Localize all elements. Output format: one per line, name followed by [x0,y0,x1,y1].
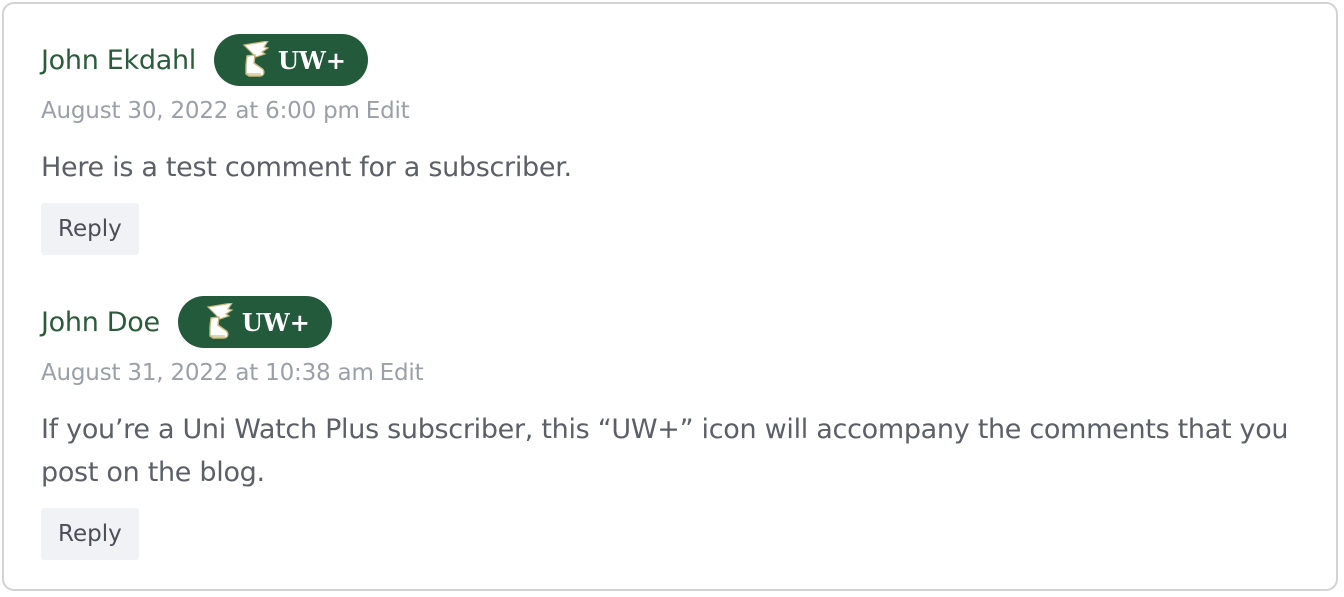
comment-meta: August 30, 2022 at 6:00 pm Edit [41,98,1331,124]
badge-label: UW+ [277,45,346,75]
subscriber-badge: UW+ [213,34,368,86]
comment: John Doe UW+ August 31, 2022 at 10:38 am… [41,296,1331,560]
comment-author[interactable]: John Ekdahl [41,45,196,76]
comment: John Ekdahl UW+ August 30, 2022 at 6:00 … [41,34,1331,255]
comment-text: If you’re a Uni Watch Plus subscriber, t… [41,414,1289,488]
winged-shoe-icon [206,303,234,339]
reply-button[interactable]: Reply [41,508,139,560]
comment-header: John Ekdahl UW+ [41,34,1331,86]
comment-meta: August 31, 2022 at 10:38 am Edit [41,360,1331,386]
edit-link[interactable]: Edit [380,360,424,386]
subscriber-badge: UW+ [177,296,332,348]
comment-text: Here is a test comment for a subscriber. [41,152,572,183]
comments-card: John Ekdahl UW+ August 30, 2022 at 6:00 … [2,2,1338,591]
winged-shoe-icon [242,41,270,77]
badge-label: UW+ [241,307,310,337]
reply-button[interactable]: Reply [41,203,139,255]
comment-author[interactable]: John Doe [41,307,160,338]
comment-header: John Doe UW+ [41,296,1331,348]
comment-date[interactable]: August 30, 2022 at 6:00 pm [41,98,360,124]
comment-date[interactable]: August 31, 2022 at 10:38 am [41,360,374,386]
edit-link[interactable]: Edit [366,98,410,124]
